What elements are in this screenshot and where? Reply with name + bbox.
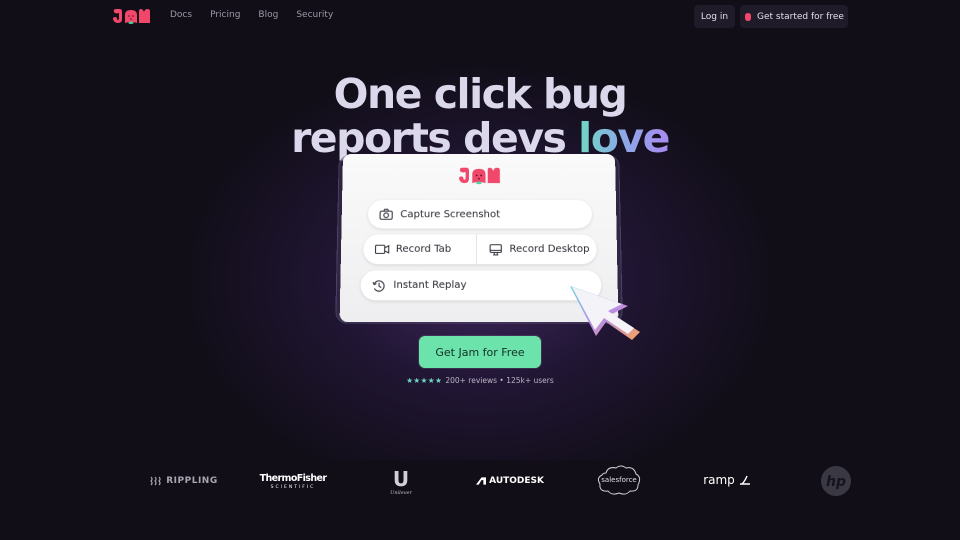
customer-logos: RIPPLING ThermoFisher SCIENTIFIC U Unile… (0, 462, 960, 502)
nav-links: Docs Pricing Blog Security (170, 10, 333, 20)
login-button[interactable]: Log in (694, 5, 735, 28)
pointer-cursor-icon (570, 286, 640, 340)
video-camera-icon (373, 242, 389, 256)
svg-text:hp: hp (826, 474, 846, 490)
ramp-mark-icon (739, 475, 750, 485)
rating-stars-icon: ★★★★★ (406, 376, 443, 385)
top-nav: Docs Pricing Blog Security Log in Get st… (0, 0, 960, 34)
get-started-button[interactable]: Get started for free (740, 5, 848, 28)
hp-mark-icon: hp (821, 466, 851, 496)
thermofisher-logo: ThermoFisher SCIENTIFIC (259, 472, 327, 490)
autodesk-mark-icon (476, 477, 487, 485)
strawberry-icon (745, 12, 752, 21)
history-icon (371, 278, 388, 292)
record-tab-label: Record Tab (395, 243, 452, 255)
ramp-logo: ramp (700, 472, 754, 488)
hero-headline: One click bug reports devs love (0, 72, 960, 160)
camera-icon (378, 207, 394, 221)
salesforce-logo: salesforce (596, 463, 642, 497)
rippling-mark-icon (150, 476, 161, 486)
record-options-group: Record Tab Record Desktop (363, 234, 597, 265)
capture-screenshot-label: Capture Screenshot (400, 208, 501, 220)
nav-link-pricing[interactable]: Pricing (210, 10, 240, 20)
nav-link-blog[interactable]: Blog (258, 10, 278, 20)
record-desktop-label: Record Desktop (509, 243, 590, 255)
record-tab-button[interactable]: Record Tab (363, 234, 477, 265)
headline-line-1: One click bug (333, 70, 628, 118)
reviews-text: 200+ reviews • 125k+ users (445, 376, 554, 385)
instant-replay-label: Instant Replay (393, 279, 467, 292)
capture-screenshot-button[interactable]: Capture Screenshot (367, 200, 593, 229)
unilever-logo: U Unilever (390, 466, 412, 496)
rippling-logo: RIPPLING (150, 474, 218, 488)
nav-link-docs[interactable]: Docs (170, 10, 192, 20)
cta-label: Get Jam for Free (435, 345, 525, 359)
jam-card-logo (459, 167, 500, 185)
hp-logo: hp (820, 465, 852, 497)
get-jam-free-button[interactable]: Get Jam for Free (419, 336, 541, 368)
get-started-label: Get started for free (757, 11, 844, 22)
nav-link-security[interactable]: Security (296, 10, 333, 20)
jam-logo[interactable] (112, 8, 152, 25)
login-label: Log in (700, 11, 729, 22)
monitor-icon (487, 242, 503, 256)
social-proof: ★★★★★ 200+ reviews • 125k+ users (0, 376, 960, 385)
record-desktop-button[interactable]: Record Desktop (477, 235, 590, 265)
autodesk-logo: AUTODESK (476, 474, 544, 488)
